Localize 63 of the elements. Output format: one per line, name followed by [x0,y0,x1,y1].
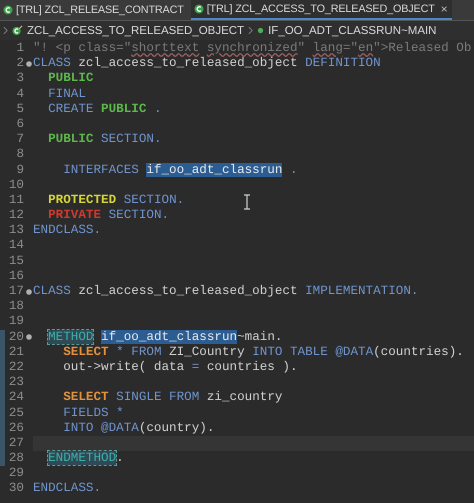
code-line: SELECT * FROM ZI_Country INTO TABLE @DATA(countries). [62,344,464,360]
code-line: INTO @DATA(country). [62,420,214,436]
line-number: 15 [8,254,24,269]
editor-tab[interactable]: [TRL] ZCL_ACCESS_TO_RELEASED_OBJECT × [190,0,452,20]
code-line: METHOD if_oo_adt_classrun~main. [47,330,282,345]
line-number: 11 [8,192,24,208]
line-number: 14 [8,238,24,254]
line-number: 9 [15,162,24,178]
class-icon [12,25,23,36]
line-number: 3 [15,71,24,87]
code-line: "! <p class="shorttext synchronized" lang="en">Released Ob [33,41,472,56]
code-line: SELECT SINGLE FROM zi_country [62,390,282,406]
code-line: ENDCLASS. [33,223,102,238]
line-number: 19 [8,314,24,330]
fold-marker-icon[interactable] [26,60,32,67]
code-line: FINAL [47,86,86,102]
code-line: ENDMETHOD. [47,451,124,466]
method-icon [257,27,264,34]
line-number: 13 [8,223,24,238]
line-number: 2 [15,56,24,72]
line-number: 20 [8,330,24,345]
text-cursor-icon [243,194,251,210]
line-number: 29 [8,466,24,482]
fold-marker-icon[interactable] [26,334,32,340]
line-number: 10 [8,178,24,193]
class-icon [194,4,204,14]
code-line: CREATE PUBLIC . [47,102,162,117]
breadcrumb-item[interactable]: ZCL_ACCESS_TO_RELEASED_OBJECT [27,24,244,36]
line-number: 5 [15,102,24,117]
line-number: 24 [8,390,24,406]
line-number: 1 [15,41,24,56]
line-number: 22 [8,360,24,376]
line-number: 28 [8,451,24,466]
line-number: 7 [15,132,24,148]
breadcrumb-item[interactable]: IF_OO_ADT_CLASSRUN~MAIN [268,24,436,36]
line-number: 30 [8,481,24,497]
line-number: 8 [15,147,24,162]
code-line: FIELDS * [62,406,124,421]
close-button[interactable]: × [440,2,448,16]
fold-marker-icon[interactable] [26,288,32,295]
line-number: 17 [8,284,24,300]
line-number: 25 [8,406,24,421]
line-number: 26 [8,420,24,436]
code-line: PROTECTED SECTION. [47,192,184,208]
line-number: 23 [8,375,24,390]
line-number: 16 [8,268,24,284]
line-number: 6 [15,116,24,132]
line-number: 18 [8,299,24,314]
class-icon [3,5,13,15]
line-number: 4 [15,86,24,102]
editor-tab[interactable]: [TRL] ZCL_RELEASE_CONTRACT [0,0,188,20]
code-line: PUBLIC [47,71,94,87]
chevron-icon[interactable] [3,26,8,35]
line-number: 27 [8,436,24,452]
line-number: 21 [8,344,24,360]
line-number: 12 [8,208,24,224]
code-line: out->write( data = countries ). [62,360,298,376]
code-line: CLASS zcl_access_to_released_object DEFINITION [33,56,381,72]
chevron-icon [248,26,254,35]
code-line: ENDCLASS. [33,481,102,497]
code-line: CLASS zcl_access_to_released_object IMPLEMENTATION. [33,284,418,300]
code-line: PUBLIC SECTION. [47,132,162,148]
code-line: PRIVATE SECTION. [47,208,170,224]
